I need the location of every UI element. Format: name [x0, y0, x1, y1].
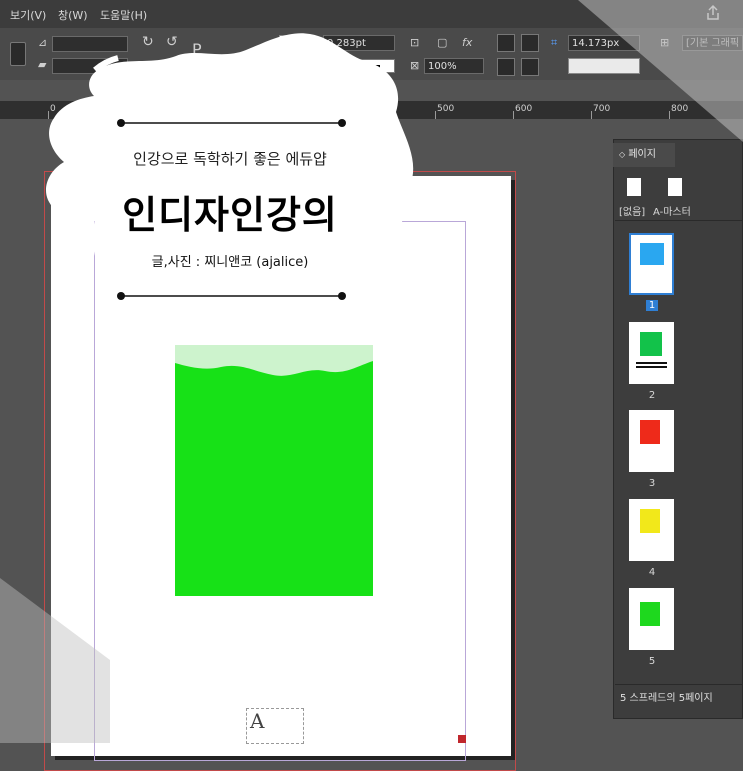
pages-footer-status: 5 스프레드의 5페이지	[620, 693, 713, 704]
align-center-icon[interactable]	[521, 34, 539, 52]
wrap-icon[interactable]	[497, 58, 515, 76]
collapse-icon[interactable]: ◇	[619, 150, 625, 159]
ruler-tick-label: 0	[50, 104, 56, 114]
master-text-frame[interactable]: A	[246, 708, 304, 744]
object-style-label[interactable]: [기본 그래픽	[682, 35, 743, 51]
distribute-icon[interactable]	[521, 58, 539, 76]
panel-divider	[615, 220, 743, 221]
ruler-tick-label: 500	[437, 104, 455, 114]
share-icon[interactable]	[704, 4, 722, 22]
angle-icon: ⊿	[38, 36, 48, 49]
page-thumb-3[interactable]	[629, 410, 674, 472]
overset-marker	[458, 735, 466, 743]
page-thumb-5[interactable]	[629, 588, 674, 650]
tagline: 인강으로 독학하기 좋은 에듀얍	[133, 150, 327, 168]
page-thumb-1[interactable]	[629, 233, 674, 295]
link-icon[interactable]	[10, 42, 26, 66]
master-a-label: A-마스터	[653, 207, 691, 218]
master-a-thumb[interactable]	[668, 178, 682, 196]
title-card: 인강으로 독학하기 좋은 에듀얍 인디자인강의 글,사진 : 찌니앤코 (aja…	[60, 118, 400, 308]
stroke-swatch[interactable]	[279, 58, 295, 74]
corner-icon[interactable]: ⌗	[551, 36, 557, 50]
fill-swatch[interactable]	[279, 35, 295, 51]
shear-field[interactable]	[52, 58, 128, 74]
page-number-3: 3	[648, 478, 656, 489]
page-thumb-4[interactable]	[629, 499, 674, 561]
panel-footer-divider	[615, 684, 743, 685]
image-torn-edge	[175, 345, 373, 376]
pages-panel-tab[interactable]: ◇ 페이지	[613, 143, 675, 167]
frame-fit-icon[interactable]: ⊡	[410, 36, 419, 49]
object-style-select[interactable]	[568, 58, 640, 74]
bottom-divider	[117, 292, 346, 300]
stroke-weight-field[interactable]: 0.283pt	[323, 35, 395, 51]
stroke-style-select[interactable]	[323, 59, 395, 73]
effects-icon[interactable]: fx	[462, 36, 472, 49]
shear-icon: ▰	[38, 58, 47, 71]
ruler-tick-label: 800	[671, 104, 689, 114]
menu-view[interactable]: 보기(V)	[10, 7, 46, 23]
page-thumb-2[interactable]	[629, 322, 674, 384]
rotate-ccw-icon[interactable]: ↺	[166, 34, 178, 50]
page-number-2: 2	[648, 390, 656, 401]
scale-icon: ⊠	[410, 59, 420, 72]
tab-strip	[0, 80, 743, 101]
top-divider	[117, 119, 346, 127]
ruler-tick-label: 100	[128, 104, 146, 114]
ruler-tick-label: 700	[593, 104, 611, 114]
frame-icon[interactable]: ▢	[437, 36, 447, 49]
dimension-field[interactable]: 14.173px	[568, 35, 640, 51]
pages-panel-title: 페이지	[628, 149, 656, 160]
card-title: 인디자인강의	[122, 193, 338, 237]
byline: 글,사진 : 찌니앤코 (ajalice)	[151, 255, 309, 270]
page-number-4: 4	[648, 567, 656, 578]
page-number-5: 5	[648, 656, 656, 667]
paragraph-icon[interactable]: P	[192, 40, 202, 59]
rotate-icon[interactable]: ↻	[142, 34, 154, 50]
align-left-icon[interactable]	[497, 34, 515, 52]
object-style-icon: ⊞	[660, 36, 670, 49]
master-none-label: [없음]	[619, 207, 646, 218]
master-none-thumb[interactable]	[627, 178, 641, 196]
zoom-field[interactable]: 100%	[424, 58, 484, 74]
menu-bar: 보기(V) 창(W) 도움말(H)	[0, 0, 743, 28]
rotation-field[interactable]	[52, 36, 128, 52]
horizontal-ruler: 0 100 500 600 700 800	[0, 101, 743, 119]
menu-window[interactable]: 창(W)	[58, 7, 88, 23]
ruler-tick-label: 600	[515, 104, 533, 114]
control-bar: ⊿ ▰ ↻ ↺ P 0.283pt ⊡ ▢ fx ⊠ 100% ⌗ 14.173…	[0, 28, 743, 80]
page-number-1: 1	[646, 300, 658, 311]
menu-help[interactable]: 도움말(H)	[100, 7, 147, 23]
